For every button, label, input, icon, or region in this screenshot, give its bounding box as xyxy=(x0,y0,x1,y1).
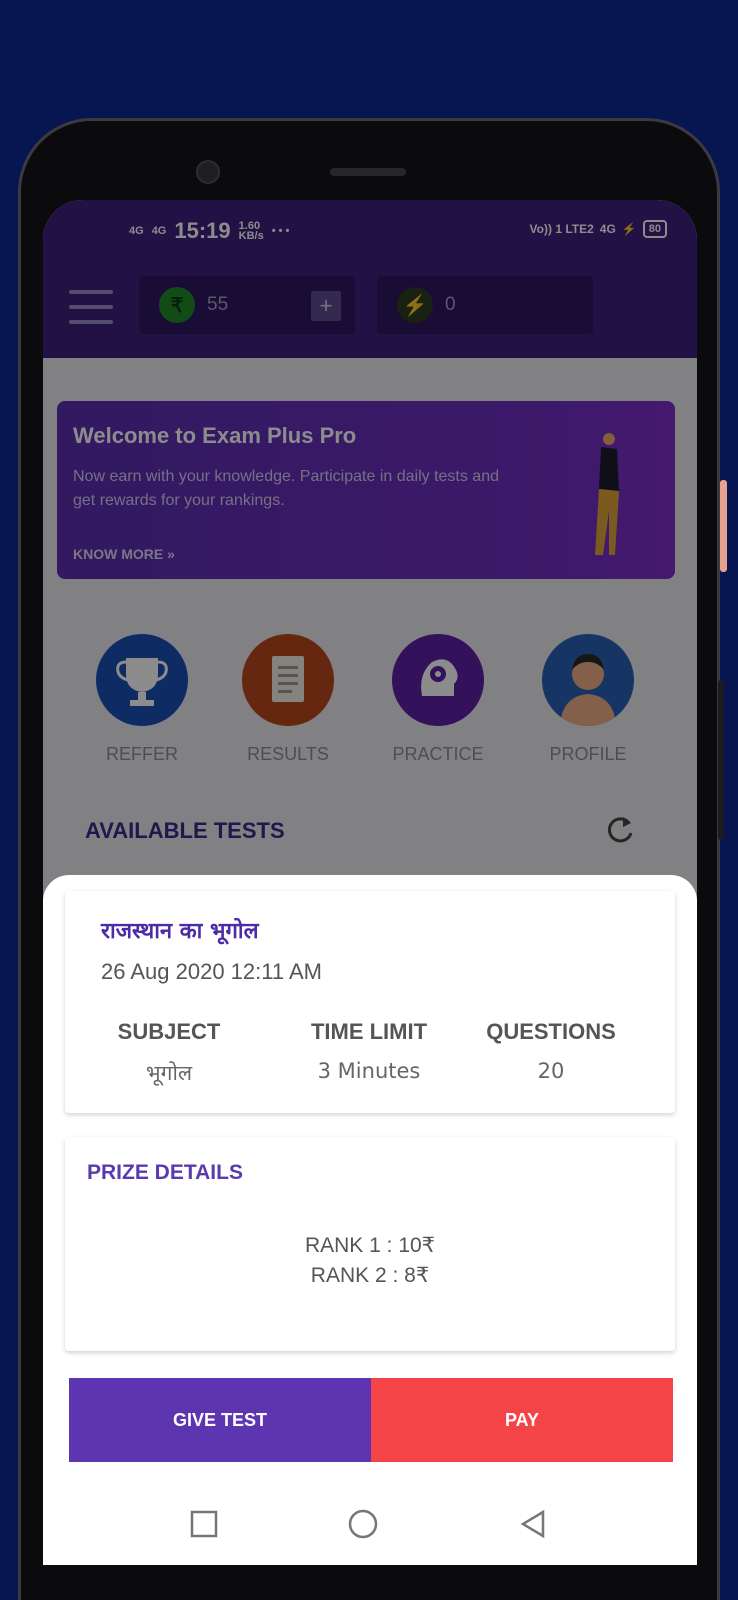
test-title: राजस्थान का भूगोल xyxy=(101,919,259,944)
clock: 15:19 xyxy=(174,218,231,243)
prize-details-card: PRIZE DETAILS RANK 1 : 10₹ RANK 2 : 8₹ xyxy=(65,1137,675,1351)
app-bar: ₹ 55 + ⚡ 0 xyxy=(43,262,697,358)
earpiece-speaker xyxy=(330,168,406,176)
category-practice[interactable]: PRACTICE xyxy=(373,634,503,765)
subject-column: SUBJECT भूगोल xyxy=(69,1019,269,1087)
welcome-banner[interactable]: Welcome to Exam Plus Pro Now earn with y… xyxy=(57,401,675,579)
rank-2-prize: RANK 2 : 8₹ xyxy=(310,1264,430,1287)
front-camera xyxy=(196,160,220,184)
banner-title: Welcome to Exam Plus Pro xyxy=(73,423,357,448)
trophy-icon xyxy=(96,634,188,726)
more-icon: • • • xyxy=(271,225,290,237)
menu-icon[interactable] xyxy=(69,290,113,324)
coins-wallet[interactable]: ₹ 55 + xyxy=(139,276,355,334)
add-coins-button[interactable]: + xyxy=(311,291,341,321)
test-date: 26 Aug 2020 12:11 AM xyxy=(101,959,322,984)
volte-label: Vo)) 1 LTE2 xyxy=(529,222,594,236)
subject-value: भूगोल xyxy=(145,1061,193,1085)
category-label: RESULTS xyxy=(247,744,329,764)
rank-1-prize: RANK 1 : 10₹ xyxy=(304,1234,436,1257)
pay-button[interactable]: PAY xyxy=(371,1378,673,1462)
document-icon xyxy=(242,634,334,726)
banner-text: Now earn with your knowledge. Participat… xyxy=(73,468,499,509)
status-bar: 4G 4G 15:19 1.60 KB/s • • • Vo)) 1 LTE2 … xyxy=(43,200,697,262)
battery-indicator: 80 xyxy=(642,220,667,238)
person-avatar-icon xyxy=(542,634,634,726)
lightning-icon: ⚡ xyxy=(397,287,433,323)
prize-ranks: RANK 1 : 10₹ RANK 2 : 8₹ xyxy=(65,1231,675,1291)
network-label: 4G xyxy=(599,222,616,236)
know-more-link[interactable]: KNOW MORE » xyxy=(73,546,175,562)
energy-value: 0 xyxy=(445,294,456,315)
prize-details-heading: PRIZE DETAILS xyxy=(87,1161,243,1184)
category-results[interactable]: RESULTS xyxy=(223,634,353,765)
energy-wallet[interactable]: ⚡ 0 xyxy=(377,276,593,334)
charging-icon: ⚡ xyxy=(621,222,637,236)
category-label: PRACTICE xyxy=(392,744,484,764)
category-row: REFFER RESULTS PRACTICE PROFILE xyxy=(43,634,697,774)
rupee-coin-icon: ₹ xyxy=(159,287,195,323)
action-buttons: GIVE TEST PAY xyxy=(69,1378,673,1462)
questions-column: QUESTIONS 20 xyxy=(451,1019,651,1083)
questions-label: QUESTIONS xyxy=(486,1019,616,1044)
category-label: PROFILE xyxy=(549,744,627,764)
person-illustration-icon xyxy=(595,433,619,555)
give-test-button[interactable]: GIVE TEST xyxy=(69,1378,371,1462)
back-icon[interactable] xyxy=(517,1508,549,1540)
available-tests-heading: AVAILABLE TESTS xyxy=(85,818,285,843)
speed-unit: KB/s xyxy=(238,230,264,242)
subject-label: SUBJECT xyxy=(117,1019,221,1044)
recent-apps-icon[interactable] xyxy=(188,1508,220,1540)
volume-button xyxy=(718,680,724,840)
coins-value: 55 xyxy=(207,294,229,315)
app-screen: 4G 4G 15:19 1.60 KB/s • • • Vo)) 1 LTE2 … xyxy=(43,200,697,1565)
questions-value: 20 xyxy=(537,1059,565,1083)
signal-1-label: 4G xyxy=(129,225,144,237)
system-nav-bar xyxy=(43,1490,697,1565)
category-profile[interactable]: PROFILE xyxy=(523,634,653,765)
refresh-icon[interactable] xyxy=(603,813,637,847)
brain-gear-icon xyxy=(392,634,484,726)
category-reffer[interactable]: REFFER xyxy=(77,634,207,765)
time-limit-label: TIME LIMIT xyxy=(310,1019,428,1044)
home-icon[interactable] xyxy=(347,1508,379,1540)
test-info-card: राजस्थान का भूगोल 26 Aug 2020 12:11 AM S… xyxy=(65,891,675,1113)
power-button xyxy=(720,480,727,572)
category-label: REFFER xyxy=(106,744,178,764)
signal-2-label: 4G xyxy=(151,225,167,237)
time-limit-column: TIME LIMIT 3 Minutes xyxy=(269,1019,469,1083)
time-limit-value: 3 Minutes xyxy=(317,1059,421,1083)
